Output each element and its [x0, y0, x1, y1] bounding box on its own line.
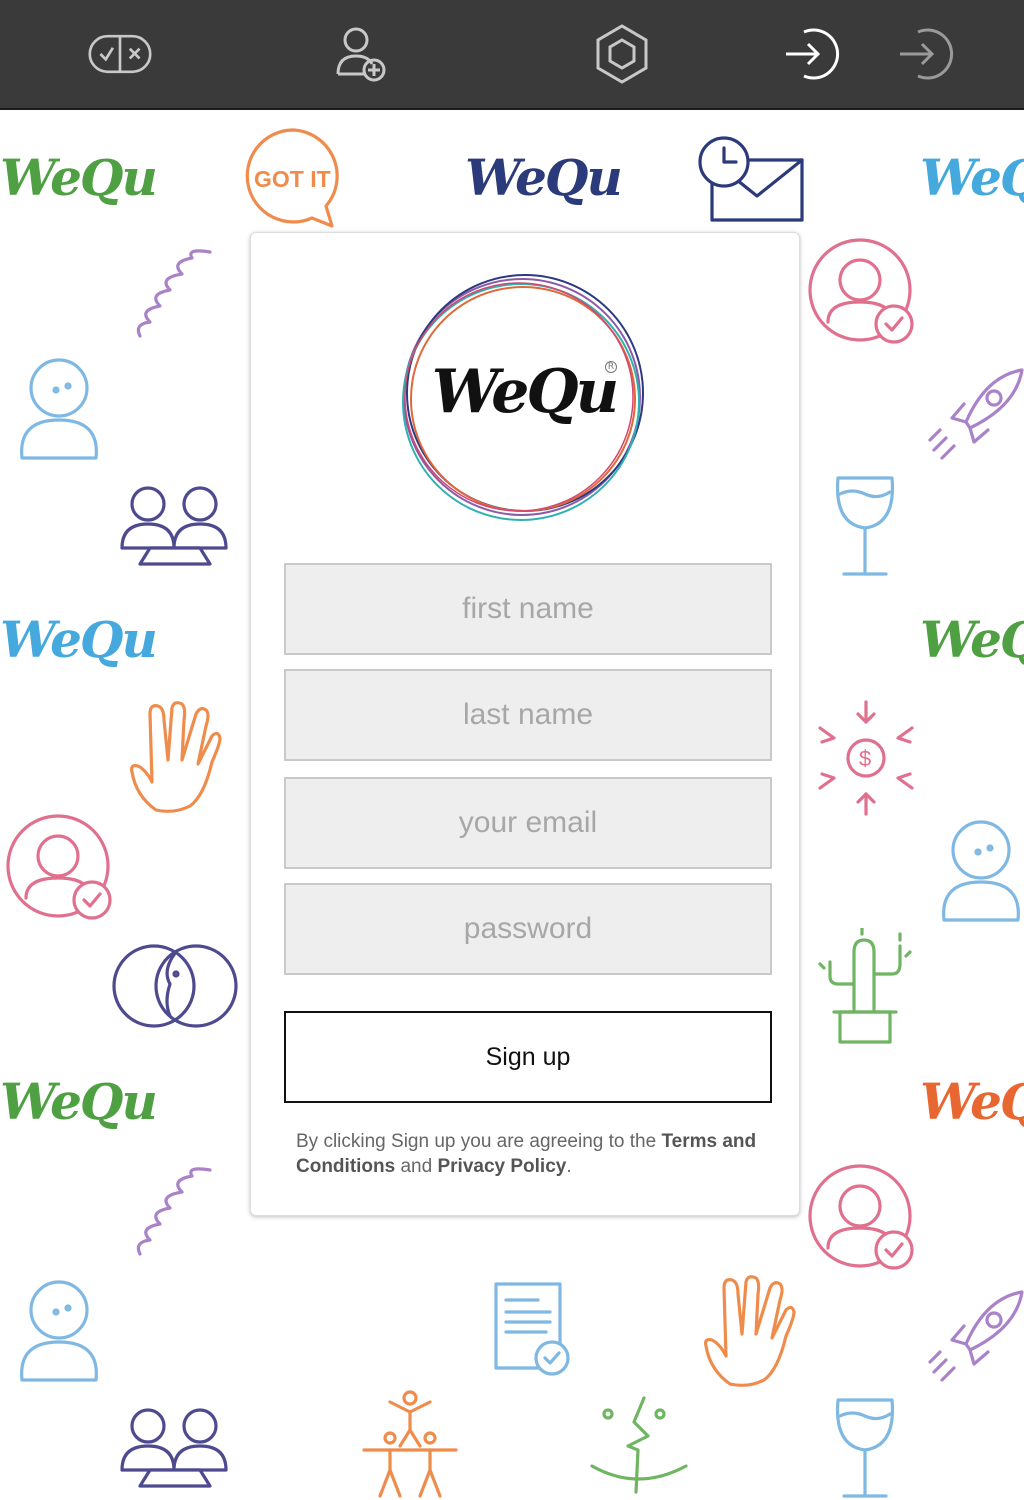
venn-face-icon — [112, 944, 238, 1028]
verified-user-icon — [6, 814, 112, 920]
signup-card: WeQu R Sign up By clicking Sign up you a… — [250, 232, 800, 1216]
team-meeting-icon — [120, 1408, 228, 1488]
last-name-input[interactable] — [284, 669, 772, 761]
sign-in-arrow-icon — [900, 28, 954, 80]
scheduled-mail-icon — [698, 136, 804, 222]
person-icon — [20, 358, 98, 460]
approved-document-icon — [494, 1282, 570, 1376]
hexagon-button[interactable] — [586, 22, 658, 86]
verified-user-icon — [808, 1164, 914, 1270]
background-logo-text: WeQu — [920, 148, 1024, 207]
terms-notice: By clicking Sign up you are agreeing to … — [296, 1129, 766, 1179]
background-logo-text: WeQu — [0, 1072, 158, 1131]
top-toolbar — [0, 0, 1024, 110]
person-icon — [20, 1280, 98, 1382]
rocket-icon — [928, 1290, 1024, 1382]
background-logo-text: WeQu — [0, 610, 158, 669]
spring-icon — [136, 1167, 212, 1256]
cactus-icon — [818, 928, 912, 1044]
wine-glass-icon — [835, 476, 895, 576]
sign-in-arrow-icon — [786, 28, 840, 80]
hand-icon — [130, 701, 222, 813]
svg-text:$: $ — [859, 746, 871, 771]
hexagon-icon — [596, 24, 648, 84]
wine-glass-icon — [835, 1398, 895, 1498]
checkbox-toggle-icon — [88, 34, 152, 74]
sign-up-button[interactable]: Sign up — [284, 1011, 772, 1103]
terms-prefix-text: By clicking Sign up you are agreeing to … — [296, 1131, 662, 1152]
background-logo-text: WeQu — [465, 148, 623, 207]
terms-suffix-text: . — [566, 1156, 572, 1177]
password-input[interactable] — [284, 883, 772, 975]
checkbox-toggle-button[interactable] — [84, 22, 156, 86]
terms-middle-text: and — [395, 1156, 438, 1177]
background-logo-text: WeQu — [0, 148, 158, 207]
person-icon — [942, 820, 1020, 922]
add-user-button[interactable] — [324, 22, 396, 86]
team-meeting-icon — [120, 486, 228, 566]
sign-in-button-inactive[interactable] — [888, 22, 960, 86]
got-it-badge-text: GOT IT — [254, 166, 331, 192]
first-name-input[interactable] — [284, 563, 772, 655]
acrobats-icon — [362, 1390, 458, 1498]
add-user-icon — [336, 27, 386, 82]
background-logo-text: WeQu — [920, 1072, 1024, 1131]
money-focus-icon: $ — [818, 700, 914, 816]
verified-user-icon — [808, 238, 914, 344]
brand-logo: WeQu R — [399, 269, 649, 529]
rocket-icon — [928, 368, 1024, 460]
face-profile-icon — [590, 1396, 688, 1494]
sign-in-button-active[interactable] — [774, 22, 846, 86]
registered-mark: R — [605, 361, 617, 373]
email-input[interactable] — [284, 777, 772, 869]
privacy-policy-link[interactable]: Privacy Policy — [437, 1156, 566, 1177]
spring-icon — [136, 249, 212, 338]
hand-icon — [704, 1275, 796, 1387]
background-logo-text: WeQu — [920, 610, 1024, 669]
